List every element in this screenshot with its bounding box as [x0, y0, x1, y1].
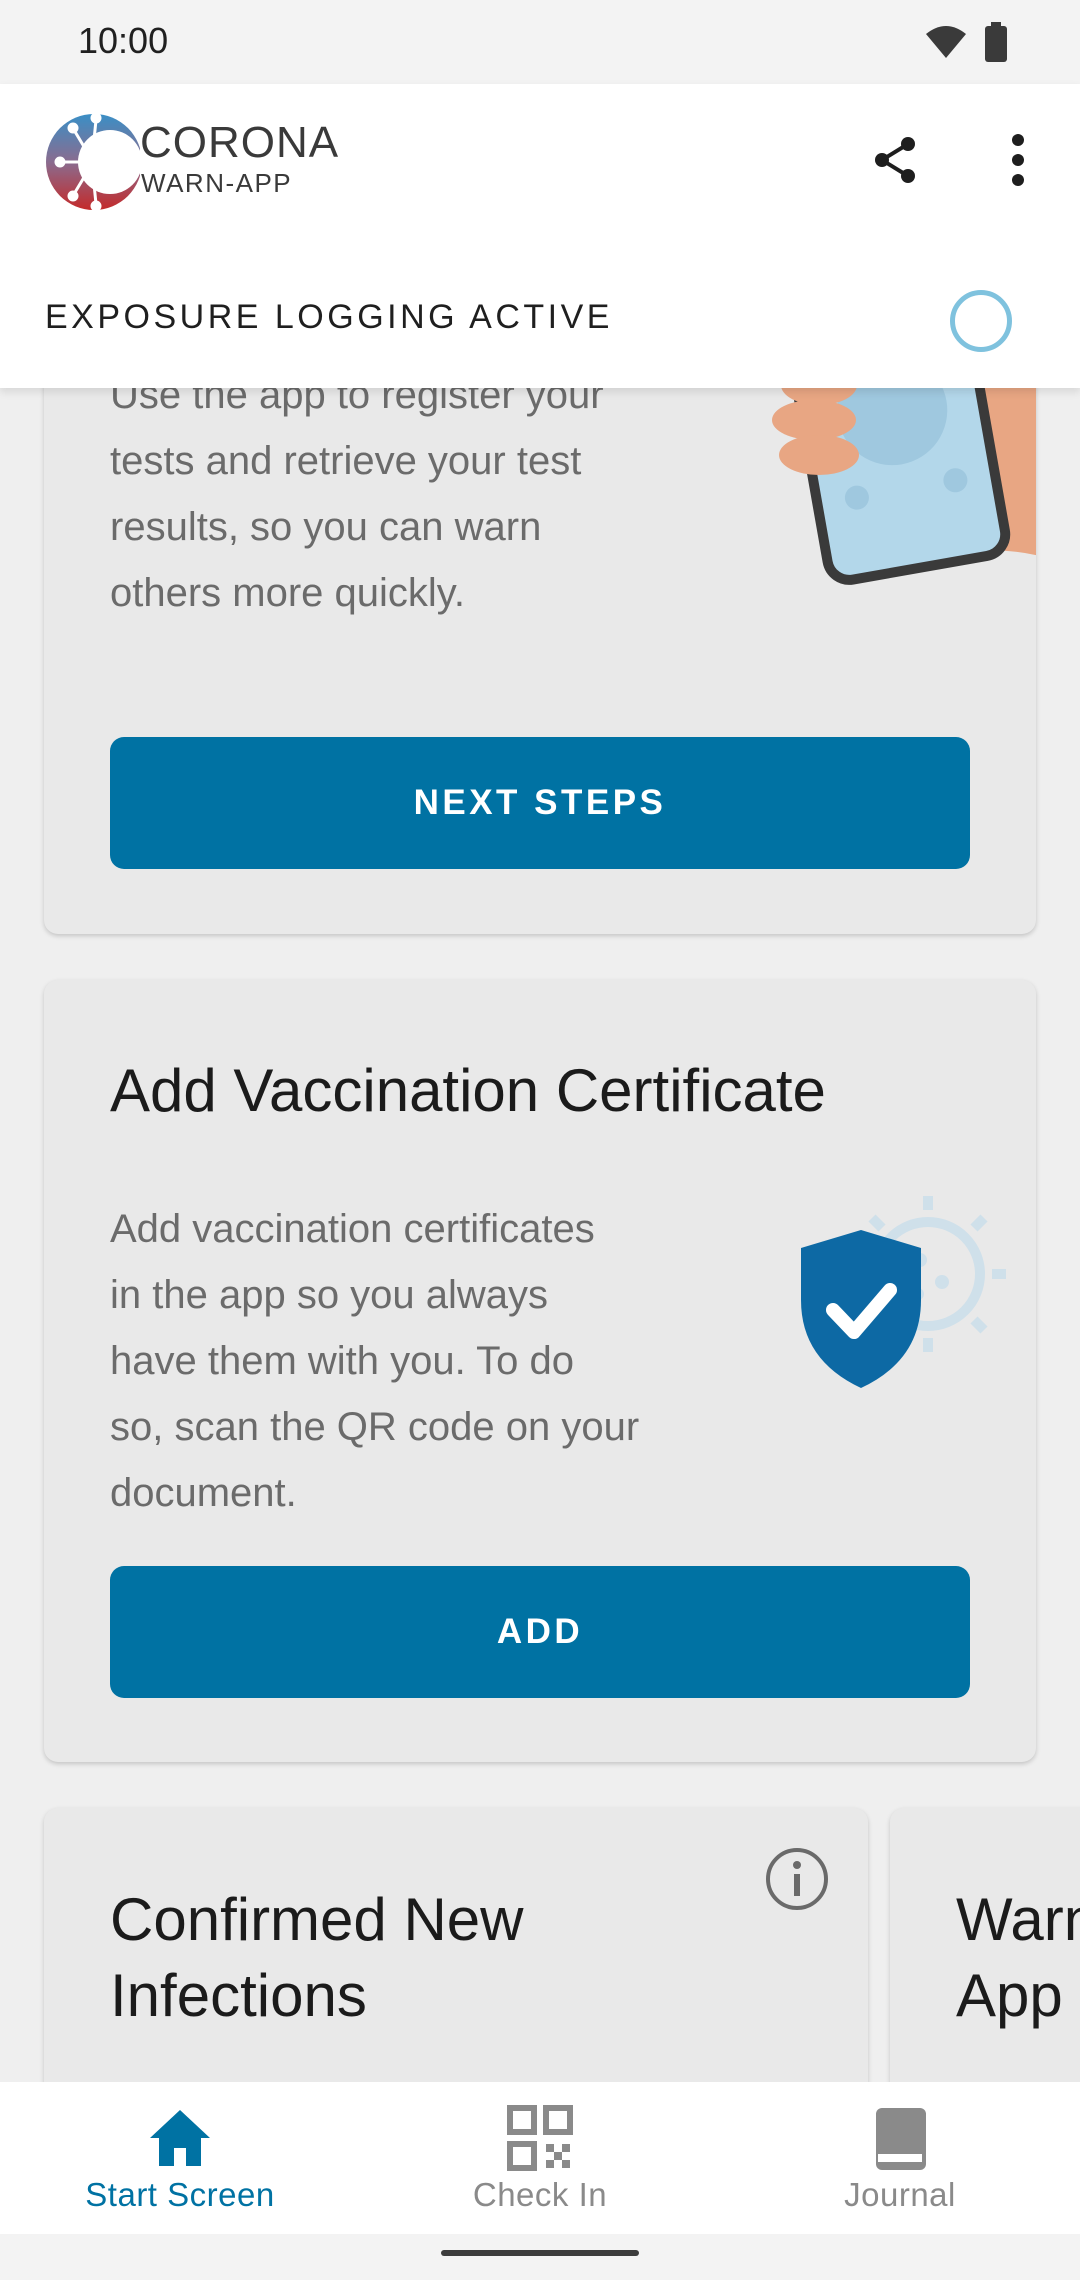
body-line: have them with you. To do	[110, 1339, 574, 1383]
body-line: results, so you can warn	[110, 505, 542, 549]
wifi-icon	[926, 26, 966, 58]
status-time: 10:00	[78, 20, 169, 61]
nav-label: Start Screen	[85, 2176, 275, 2213]
title-line: Infections	[110, 1962, 367, 2029]
brand-subtitle: WARN-APP	[141, 168, 293, 198]
test-registration-card: Use the app to register your tests and r…	[44, 330, 1036, 934]
corona-warn-app-logo	[46, 112, 140, 212]
nav-journal[interactable]: Journal	[720, 2082, 1080, 2234]
test-card-body: Use the app to register your tests and r…	[110, 362, 710, 626]
body-line: Add vaccination certificates	[110, 1207, 595, 1251]
nav-label: Journal	[844, 2176, 956, 2213]
add-certificate-button[interactable]: ADD	[110, 1566, 970, 1698]
nav-start-screen[interactable]: Start Screen	[0, 2082, 360, 2234]
body-line: others more quickly.	[110, 571, 465, 615]
title-line: Confirmed New	[110, 1886, 524, 1953]
body-line: so, scan the QR code on your	[110, 1405, 640, 1449]
more-vert-icon[interactable]	[994, 132, 1042, 188]
vaccination-certificate-card: Add Vaccination Certificate Add vaccinat…	[44, 980, 1036, 1762]
qr-code-icon	[507, 2105, 573, 2171]
exposure-logging-status: EXPOSURE LOGGING ACTIVE	[45, 298, 613, 336]
gesture-navigation-area	[0, 2234, 1080, 2280]
battery-icon	[985, 22, 1007, 62]
title-line: App	[956, 1962, 1063, 2029]
body-line: in the app so you always	[110, 1273, 549, 1317]
exposure-status-indicator-icon	[950, 290, 1012, 352]
book-icon	[876, 2108, 926, 2170]
vaccination-card-title: Add Vaccination Certificate	[110, 1057, 826, 1124]
infections-card-title: Confirmed New Infections	[110, 1882, 523, 2034]
title-line: Warn	[956, 1886, 1080, 1953]
info-icon[interactable]	[764, 1846, 830, 1912]
next-steps-button[interactable]: NEXT STEPS	[110, 737, 970, 869]
nav-label: Check In	[472, 2176, 608, 2213]
app-bar: CORONA WARN-APP EXPOSURE LOGGING ACTIVE	[0, 84, 1080, 388]
vaccination-card-body: Add vaccination certificates in the app …	[110, 1196, 730, 1526]
body-line: tests and retrieve your test	[110, 439, 582, 483]
home-gesture-handle[interactable]	[441, 2250, 639, 2256]
body-line: document.	[110, 1471, 297, 1515]
exposure-logging-row[interactable]: EXPOSURE LOGGING ACTIVE	[0, 274, 1080, 388]
next-card-title: Warn App	[956, 1882, 1080, 2034]
status-icons	[924, 22, 1008, 62]
home-icon	[150, 2110, 210, 2166]
nav-check-in[interactable]: Check In	[360, 2082, 720, 2234]
bottom-navigation: Start Screen Check In Journal	[0, 2082, 1080, 2234]
status-bar: 10:00	[0, 0, 1080, 84]
brand-title: CORONA	[140, 118, 340, 167]
vaccination-shield-icon	[801, 1196, 1006, 1388]
share-icon[interactable]	[868, 132, 924, 188]
screen: 10:00 CORONA WARN-APP EXPOSURE LOGGING A…	[0, 0, 1080, 2280]
